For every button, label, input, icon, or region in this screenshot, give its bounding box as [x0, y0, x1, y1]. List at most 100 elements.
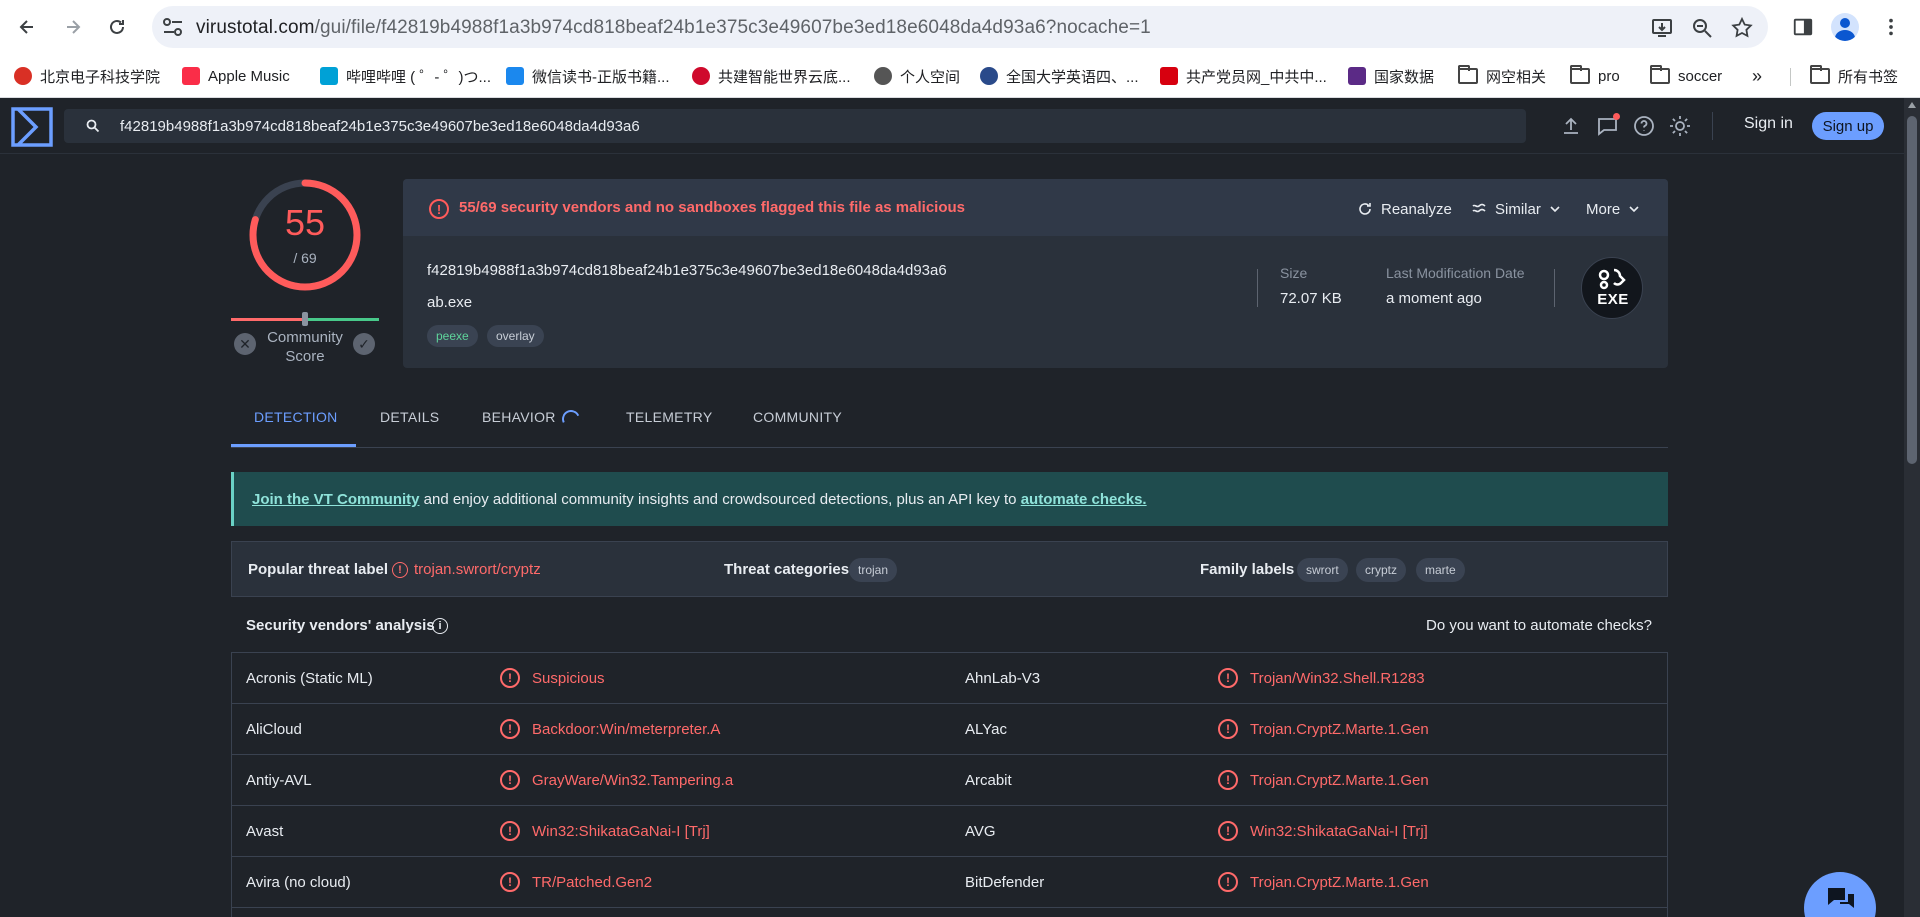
family-pill-marte[interactable]: marte [1416, 558, 1465, 582]
bookmark-label: 个人空间 [900, 68, 961, 86]
vendor-result: Trojan/Win32.Shell.R1283 [1250, 670, 1425, 687]
similar-button[interactable]: Similar [1471, 198, 1561, 220]
vendors-table: Acronis (Static ML) ! Suspicious AhnLab-… [231, 652, 1668, 917]
bookmarks-divider [1790, 68, 1791, 86]
vendor-result: TR/Patched.Gen2 [532, 874, 653, 891]
size-value: 72.07 KB [1280, 290, 1342, 307]
tab-community[interactable]: COMMUNITY [753, 409, 842, 425]
verdict-bar: ! 55/69 security vendors and no sandboxe… [403, 179, 1668, 236]
browser-menu-button[interactable] [1876, 12, 1906, 42]
folder-icon [1570, 65, 1590, 84]
vt-search-input[interactable] [120, 109, 1500, 143]
profile-button[interactable] [1830, 12, 1860, 42]
bookmark-4[interactable]: 共建智能世界云底... [692, 64, 851, 88]
page-scrollbar[interactable] [1904, 98, 1920, 917]
reanalyze-label: Reanalyze [1381, 200, 1452, 218]
bookmark-8[interactable]: 国家数据 [1348, 64, 1434, 88]
malicious-icon: ! [500, 668, 520, 688]
vote-harmless-icon[interactable]: ✓ [353, 333, 375, 355]
table-row: Avira (no cloud) ! TR/Patched.Gen2 BitDe… [232, 857, 1667, 908]
address-bar[interactable]: virustotal.com/gui/file/f42819b4988f1a3b… [152, 6, 1768, 48]
chat-support-button[interactable] [1804, 872, 1876, 917]
malicious-icon: ! [500, 872, 520, 892]
vt-header: Sign in Sign up [0, 98, 1904, 154]
meta-divider [1257, 269, 1258, 307]
banner-middle-text: and enjoy additional community insights … [419, 491, 1021, 508]
more-button[interactable]: More [1586, 198, 1640, 220]
bookmark-favicon [14, 67, 32, 85]
file-hash[interactable]: f42819b4988f1a3b974cd818beaf24b1e375c3e4… [427, 262, 947, 279]
vendor-name: Avast [246, 823, 284, 840]
theme-toggle-icon[interactable] [1668, 114, 1692, 138]
bookmark-7[interactable]: 共产党员网_中共中... [1160, 64, 1327, 88]
info-icon[interactable]: i [432, 618, 448, 634]
bookmark-folder-10[interactable]: pro [1570, 64, 1620, 88]
scroll-up-arrow[interactable] [1908, 102, 1916, 108]
more-label: More [1586, 200, 1621, 218]
tab-detection[interactable]: DETECTION [254, 409, 338, 425]
sign-up-button[interactable]: Sign up [1812, 112, 1884, 140]
family-pill-swrort[interactable]: swrort [1297, 558, 1348, 582]
tab-behavior[interactable]: BEHAVIOR [482, 409, 556, 425]
verdict-text: 55/69 security vendors and no sandboxes … [459, 199, 966, 216]
reload-button[interactable] [100, 10, 134, 44]
bookmark-label: pro [1598, 67, 1620, 85]
vendor-result: Suspicious [532, 670, 605, 687]
automate-checks-question[interactable]: Do you want to automate checks? [1426, 617, 1652, 634]
forward-button[interactable] [56, 10, 90, 44]
bookmark-folder-11[interactable]: soccer [1650, 64, 1722, 88]
tag-overlay[interactable]: overlay [487, 325, 544, 347]
zoom-icon[interactable] [1690, 16, 1714, 40]
vote-malicious-icon[interactable]: ✕ [234, 333, 256, 355]
tab-telemetry[interactable]: TELEMETRY [626, 409, 712, 425]
bookmark-folder-9[interactable]: 网空相关 [1458, 64, 1546, 88]
reanalyze-button[interactable]: Reanalyze [1357, 198, 1452, 220]
notifications-button[interactable] [1596, 113, 1620, 138]
upload-icon[interactable] [1559, 114, 1583, 138]
all-bookmarks-button[interactable]: 所有书签 [1810, 64, 1898, 88]
file-type-badge: EXE [1581, 257, 1643, 319]
file-type-text: EXE [1597, 291, 1629, 308]
bookmark-2[interactable]: 哔哩哔哩 ( ゜- ゜)つ... [320, 64, 491, 88]
more-bookmarks-button[interactable]: » [1752, 64, 1762, 88]
bookmark-star-icon[interactable] [1730, 16, 1754, 40]
help-icon[interactable] [1632, 114, 1656, 138]
scroll-thumb[interactable] [1907, 116, 1917, 464]
bookmark-3[interactable]: 微信读书-正版书籍... [506, 64, 670, 88]
popular-threat-value[interactable]: trojan.swrort/cryptz [414, 561, 541, 578]
search-icon [86, 119, 100, 133]
install-app-icon[interactable] [1650, 16, 1674, 40]
bookmark-6[interactable]: 全国大学英语四、... [980, 64, 1139, 88]
meta-divider [1554, 269, 1555, 307]
site-info-icon[interactable] [162, 17, 184, 37]
vendor-result: Win32:ShikataGaNai-I [Trj] [532, 823, 710, 840]
tag-peexe[interactable]: peexe [427, 325, 478, 347]
vendor-name: ALYac [965, 721, 1007, 738]
sign-in-link[interactable]: Sign in [1744, 115, 1793, 133]
tab-details[interactable]: DETAILS [380, 409, 439, 425]
bookmark-1[interactable]: Apple Music [182, 64, 290, 88]
join-community-link[interactable]: Join the VT Community [252, 491, 420, 508]
bookmark-0[interactable]: 北京电子科技学院 [14, 64, 160, 88]
vendor-name: Antiy-AVL [246, 772, 312, 789]
vt-search-box[interactable] [64, 109, 1526, 143]
bookmark-label: soccer [1678, 67, 1723, 85]
chevron-down-icon [1550, 206, 1560, 213]
malicious-icon: ! [1218, 719, 1238, 739]
threat-alert-icon: ! [392, 562, 408, 578]
category-pill-trojan[interactable]: trojan [849, 558, 898, 582]
vendor-name: BitDefender [965, 874, 1045, 891]
url-path: /gui/file/f42819b4988f1a3b974cd818beaf24… [314, 17, 1151, 38]
malicious-icon: ! [1218, 872, 1238, 892]
side-panel-button[interactable] [1788, 12, 1818, 42]
vendor-total: / 69 [293, 250, 317, 266]
globe-icon [874, 67, 892, 85]
bookmark-label: 所有书签 [1838, 68, 1899, 86]
virustotal-logo-icon[interactable] [10, 105, 54, 149]
family-pill-cryptz[interactable]: cryptz [1356, 558, 1407, 582]
bookmark-5[interactable]: 个人空间 [874, 64, 960, 88]
back-button[interactable] [10, 10, 44, 44]
automate-checks-link[interactable]: automate checks. [1021, 491, 1147, 508]
url-text[interactable]: virustotal.com/gui/file/f42819b4988f1a3b… [196, 17, 1151, 39]
folder-icon [1458, 65, 1478, 84]
